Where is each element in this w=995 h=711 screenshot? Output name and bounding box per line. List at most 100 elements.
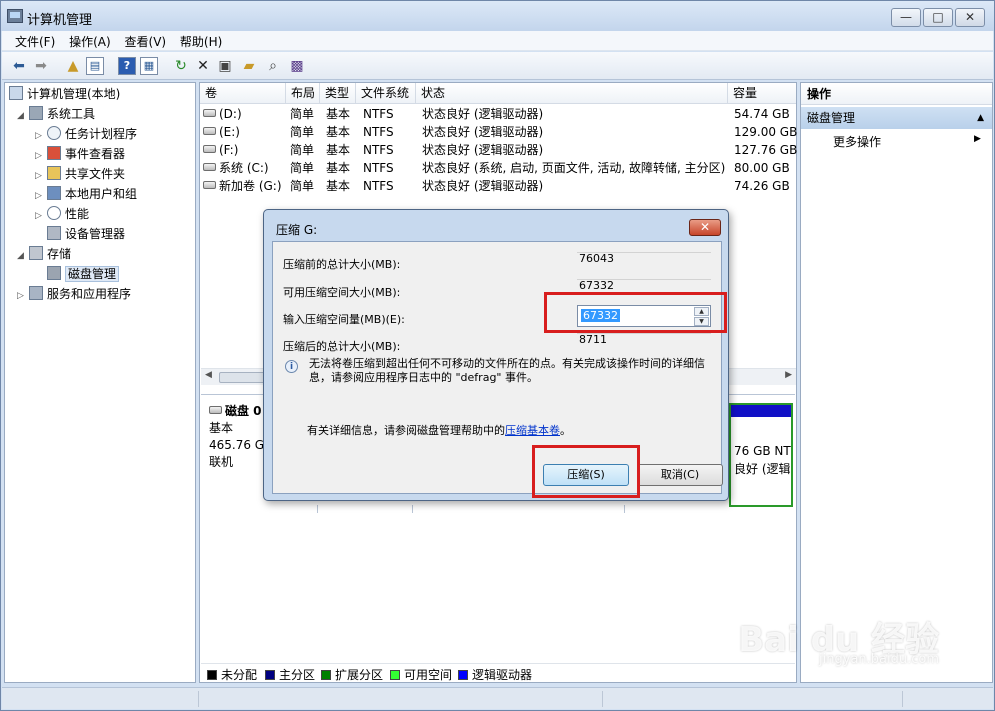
cancel-button[interactable]: 取消(C) (637, 464, 723, 486)
collapsed-arrow-icon[interactable]: ▷ (35, 147, 47, 165)
close-button[interactable]: ✕ (955, 8, 985, 27)
menu-bar: 文件(F) 操作(A) 查看(V) 帮助(H) (2, 31, 993, 51)
spin-up-icon[interactable]: ▲ (694, 307, 709, 316)
tree-item-storage[interactable]: ◢ 存储 (17, 245, 71, 263)
device-manager-icon (47, 226, 61, 240)
help-icon[interactable]: ? (118, 57, 136, 75)
actions-pane: 操作 磁盘管理 ▲ 更多操作 ▶ (800, 82, 993, 683)
partition-size: 76 GB NT (734, 444, 791, 458)
properties-view-icon[interactable]: ▦ (140, 57, 158, 75)
column-layout[interactable]: 布局 (286, 83, 320, 104)
status-bar (2, 687, 993, 709)
expanded-arrow-icon[interactable]: ◢ (17, 247, 29, 265)
status-divider (198, 691, 199, 707)
shrink-amount-label: 输入压缩空间量(MB)(E): (283, 313, 405, 326)
back-icon[interactable]: ⬅ (10, 57, 28, 75)
actions-section-disk-management[interactable]: 磁盘管理 ▲ (801, 107, 992, 129)
shrink-amount-input[interactable]: 67332 (581, 309, 620, 322)
minimize-button[interactable]: — (891, 8, 921, 27)
total-after-value: 8711 (577, 333, 711, 354)
shrink-button[interactable]: 压缩(S) (543, 464, 629, 486)
volume-status: 状态良好 (逻辑驱动器) (422, 143, 544, 157)
expanded-arrow-icon[interactable]: ◢ (17, 107, 29, 125)
tree-root[interactable]: 计算机管理(本地) (9, 85, 120, 103)
volume-layout: 简单 (290, 179, 315, 193)
delete-icon[interactable]: ✕ (194, 57, 212, 75)
tree-item-services-apps[interactable]: ▷ 服务和应用程序 (17, 285, 131, 303)
tree-item-performance[interactable]: ▷ 性能 (35, 205, 89, 223)
volume-row[interactable]: 系统 (C:) 简单 基本 NTFS 状态良好 (系统, 启动, 页面文件, 活… (200, 159, 796, 177)
column-volume[interactable]: 卷 (200, 83, 286, 104)
legend-swatch (265, 670, 275, 680)
column-type[interactable]: 类型 (320, 83, 356, 104)
volume-layout: 简单 (290, 143, 315, 157)
collapsed-arrow-icon[interactable]: ▷ (35, 167, 47, 185)
column-status[interactable]: 状态 (416, 83, 728, 104)
column-capacity[interactable]: 容量 (728, 83, 796, 104)
open-icon[interactable]: ▰ (240, 57, 258, 75)
performance-icon (47, 206, 61, 220)
menu-view[interactable]: 查看(V) (122, 31, 174, 50)
menu-help[interactable]: 帮助(H) (177, 31, 229, 50)
volume-capacity: 74.26 GB (734, 179, 790, 193)
legend-swatch (207, 670, 217, 680)
forward-icon[interactable]: ➡ (32, 57, 50, 75)
partition-segment-g[interactable]: 76 GB NT 良好 (逻辑 (729, 403, 793, 507)
tree-item-disk-management[interactable]: 磁盘管理 (47, 265, 120, 283)
drive-icon (203, 127, 216, 135)
collapsed-arrow-icon[interactable]: ▷ (35, 187, 47, 205)
column-filesystem[interactable]: 文件系统 (356, 83, 416, 104)
legend-swatch (458, 670, 468, 680)
partition-legend: 未分配 主分区 扩展分区 可用空间 逻辑驱动器 (201, 663, 795, 682)
tree-item-system-tools[interactable]: ◢ 系统工具 (17, 105, 95, 123)
legend-item: 逻辑驱动器 (458, 666, 532, 683)
volume-row[interactable]: 新加卷 (G:) 简单 基本 NTFS 状态良好 (逻辑驱动器) 74.26 G… (200, 177, 796, 195)
shrink-basic-volume-link[interactable]: 压缩基本卷 (505, 424, 560, 437)
scroll-thumb[interactable] (219, 372, 269, 383)
properties-icon[interactable]: ▣ (216, 57, 234, 75)
collapsed-arrow-icon[interactable]: ▷ (35, 127, 47, 145)
more-actions-item[interactable]: 更多操作 (833, 133, 881, 151)
legend-swatch (321, 670, 331, 680)
submenu-arrow-icon[interactable]: ▶ (974, 134, 981, 144)
search-icon[interactable]: ⌕ (264, 57, 282, 75)
volume-type: 基本 (326, 179, 351, 193)
clock-icon (47, 126, 61, 140)
volume-capacity: 129.00 GB (734, 125, 798, 139)
menu-action[interactable]: 操作(A) (66, 31, 118, 50)
volume-status: 状态良好 (逻辑驱动器) (422, 179, 544, 193)
tree-item-shared-folders[interactable]: ▷ 共享文件夹 (35, 165, 125, 183)
collapse-up-icon[interactable]: ▲ (977, 107, 984, 129)
collapsed-arrow-icon[interactable]: ▷ (17, 287, 29, 305)
navigation-tree: 计算机管理(本地) ◢ 系统工具 ▷ 任务计划程序 ▷ 事件查看器 ▷ 共享文件夹 ▷ 本… (4, 82, 196, 683)
spin-down-icon[interactable]: ▼ (694, 317, 709, 326)
volume-row[interactable]: (D:) 简单 基本 NTFS 状态良好 (逻辑驱动器) 54.74 GB (200, 105, 796, 123)
legend-item: 扩展分区 (321, 666, 383, 683)
menu-file[interactable]: 文件(F) (2, 31, 62, 50)
tree-item-event-viewer[interactable]: ▷ 事件查看器 (35, 145, 125, 163)
up-folder-icon[interactable]: ▲ (64, 57, 82, 75)
volume-fs: NTFS (363, 143, 394, 157)
scroll-right-icon[interactable]: ▶ (785, 370, 792, 380)
volume-row[interactable]: (E:) 简单 基本 NTFS 状态良好 (逻辑驱动器) 129.00 GB (200, 123, 798, 141)
collapsed-arrow-icon[interactable]: ▷ (35, 207, 47, 225)
show-hide-tree-icon[interactable]: ▤ (86, 57, 104, 75)
shrink-amount-spinner[interactable]: 67332 ▲ ▼ (577, 305, 711, 327)
scroll-left-icon[interactable]: ◀ (205, 370, 212, 380)
disk-icon[interactable]: ▩ (288, 57, 306, 75)
status-divider (902, 691, 903, 707)
volume-row[interactable]: (F:) 简单 基本 NTFS 状态良好 (逻辑驱动器) 127.76 GB (200, 141, 797, 159)
total-before-value: 76043 (577, 252, 711, 273)
legend-item: 未分配 (207, 666, 257, 683)
volume-name: 系统 (C:) (219, 161, 269, 175)
drive-icon (203, 163, 216, 171)
storage-icon (29, 246, 43, 260)
tree-item-device-manager[interactable]: 设备管理器 (47, 225, 125, 243)
maximize-button[interactable]: □ (923, 8, 953, 27)
refresh-icon[interactable]: ↻ (172, 57, 190, 75)
tree-item-task-scheduler[interactable]: ▷ 任务计划程序 (35, 125, 137, 143)
dialog-close-button[interactable]: ✕ (689, 219, 721, 236)
logical-drive-bar (731, 405, 791, 417)
info-icon: i (285, 360, 298, 373)
tree-item-local-users[interactable]: ▷ 本地用户和组 (35, 185, 137, 203)
